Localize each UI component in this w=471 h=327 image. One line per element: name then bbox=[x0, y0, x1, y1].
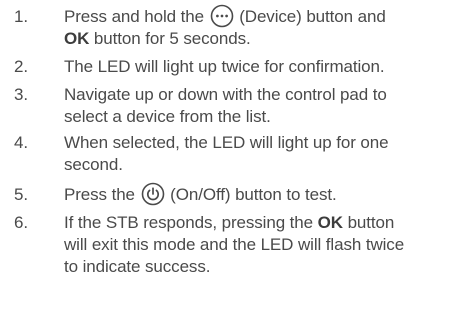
step-text-segment: (On/Off) button to test. bbox=[165, 185, 337, 204]
bold-text: OK bbox=[317, 213, 343, 232]
instruction-list: 1. Press and hold the (Device) button an… bbox=[0, 0, 471, 327]
step-text-segment: second. bbox=[64, 155, 123, 174]
step-text: Press the (On/Off) button to test. bbox=[64, 182, 464, 206]
step-text-segment: button bbox=[342, 213, 395, 232]
step-text-segment: Press the bbox=[64, 185, 140, 204]
step-number: 6. bbox=[14, 213, 28, 232]
step-number: 4. bbox=[14, 133, 28, 152]
step-text: The LED will light up twice for confirma… bbox=[64, 56, 464, 78]
step-number: 3. bbox=[14, 85, 28, 104]
step-text: Press and hold the (Device) button and OK… bbox=[64, 4, 464, 50]
step-text-segment: to indicate success. bbox=[64, 257, 211, 276]
step-text-segment: select a device from the list. bbox=[64, 107, 271, 126]
step-text-segment: (Device) button and bbox=[234, 7, 386, 26]
step-text: If the STB responds, pressing the OK but… bbox=[64, 212, 464, 278]
step-number: 2. bbox=[14, 57, 28, 76]
step-text: When selected, the LED will light up for… bbox=[64, 132, 464, 176]
step-number: 1. bbox=[14, 7, 28, 26]
step-text-segment: Press and hold the bbox=[64, 7, 209, 26]
step-number: 5. bbox=[14, 185, 28, 204]
step-text: Navigate up or down with the control pad… bbox=[64, 84, 464, 128]
step-text-segment: button for 5 seconds. bbox=[89, 29, 251, 48]
step-text-segment: When selected, the LED will light up for… bbox=[64, 133, 389, 152]
step-text-segment: If the STB responds, pressing the bbox=[64, 213, 318, 232]
step-text-segment: will exit this mode and the LED will fla… bbox=[64, 235, 405, 254]
bold-text: OK bbox=[64, 29, 90, 48]
power-button-icon bbox=[141, 182, 165, 206]
step-text-segment: Navigate up or down with the control pad… bbox=[64, 85, 387, 104]
device-button-icon bbox=[210, 4, 234, 28]
step-text-segment: The LED will light up twice for confirma… bbox=[64, 57, 385, 76]
